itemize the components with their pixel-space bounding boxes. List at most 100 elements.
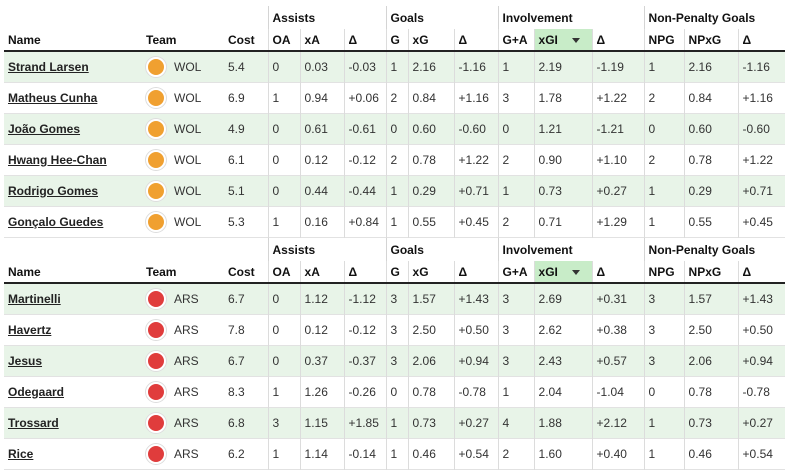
player-name-link[interactable]: João Gomes	[8, 122, 80, 136]
stat-cell: 2.04	[533, 376, 593, 407]
col-header-8[interactable]: Δ	[453, 29, 499, 52]
stat-cell: 1.14	[299, 438, 345, 469]
col-header-8[interactable]: Δ	[453, 261, 499, 284]
col-header-12[interactable]: NPG	[643, 261, 685, 284]
stat-cell: 2	[643, 144, 685, 175]
col-header-14[interactable]: Δ	[737, 261, 786, 284]
stat-cell: 3	[497, 82, 535, 113]
col-header-11[interactable]: Δ	[591, 261, 645, 284]
col-header-9[interactable]: G+A	[497, 29, 535, 52]
stat-cell: 2	[497, 144, 535, 175]
stat-cell: 2.50	[407, 314, 455, 345]
col-header-1[interactable]: Team	[142, 261, 224, 284]
sort-desc-icon	[571, 37, 580, 43]
player-name-link[interactable]: Rice	[8, 447, 33, 461]
col-header-5[interactable]: Δ	[343, 261, 387, 284]
col-header-2[interactable]: Cost	[224, 261, 269, 284]
col-header-6[interactable]: G	[385, 261, 409, 284]
col-header-10[interactable]: xGI	[533, 261, 593, 284]
stat-cell: -0.60	[453, 113, 499, 144]
col-header-11[interactable]: Δ	[591, 29, 645, 52]
stat-cell: +1.16	[453, 82, 499, 113]
col-header-5[interactable]: Δ	[343, 29, 387, 52]
col-header-2[interactable]: Cost	[224, 29, 269, 52]
stat-cell: 0.94	[299, 82, 345, 113]
player-name-link[interactable]: Odegaard	[8, 385, 64, 399]
col-header-13[interactable]: NPxG	[683, 29, 739, 52]
stat-cell: 0.60	[683, 113, 739, 144]
stat-cell: 1.26	[299, 376, 345, 407]
player-name-link[interactable]: Rodrigo Gomes	[8, 184, 98, 198]
col-header-4[interactable]: xA	[299, 29, 345, 52]
stat-cell: 0.16	[299, 206, 345, 237]
stat-cell: 0.71	[533, 206, 593, 237]
stat-cell: +0.94	[453, 345, 499, 376]
team-badge-icon	[146, 319, 166, 340]
stat-cell: 1.78	[533, 82, 593, 113]
col-header-6[interactable]: G	[385, 29, 409, 52]
col-header-7[interactable]: xG	[407, 29, 455, 52]
player-name-link[interactable]: Jesus	[8, 354, 42, 368]
col-header-4[interactable]: xA	[299, 261, 345, 284]
col-header-10[interactable]: xGI	[533, 29, 593, 52]
player-name-link[interactable]: Martinelli	[8, 292, 61, 306]
col-header-12[interactable]: NPG	[643, 29, 685, 52]
team-badge-icon	[146, 288, 166, 309]
col-header-0[interactable]: Name	[4, 29, 142, 52]
team-badge-icon	[146, 87, 166, 108]
stat-cell: +1.43	[737, 283, 786, 314]
player-name-link[interactable]: Gonçalo Guedes	[8, 215, 103, 229]
player-name-link[interactable]: Strand Larsen	[8, 60, 89, 74]
stat-cell: 0	[267, 175, 301, 206]
stat-cell: 1.15	[299, 407, 345, 438]
stat-cell: +0.84	[343, 206, 387, 237]
stat-cell: 0	[385, 376, 409, 407]
col-header-0[interactable]: Name	[4, 261, 142, 284]
team-badge-icon	[146, 180, 166, 201]
stat-cell: 6.7	[228, 291, 245, 306]
table-row: Strand Larsen WOL 5.4 0 0.03 -0.03 1 2.16 -1.16 1…	[4, 51, 786, 82]
player-name-link[interactable]: Havertz	[8, 323, 51, 337]
table-row: Gonçalo Guedes WOL 5.3 1 0.16 +0.84 1 0.55 +0.45…	[4, 206, 786, 237]
col-header-3[interactable]: OA	[267, 29, 301, 52]
group-goals: Goals	[385, 238, 499, 261]
stat-cell: -0.78	[737, 376, 786, 407]
stat-cell: 3	[497, 314, 535, 345]
col-header-7[interactable]: xG	[407, 261, 455, 284]
player-name-link[interactable]: Trossard	[8, 416, 59, 430]
stat-cell: +1.22	[737, 144, 786, 175]
player-table-2: Assists Goals Involvement Non-Penalty Goals…	[4, 238, 786, 470]
team-code: ARS	[174, 353, 199, 368]
col-header-3[interactable]: OA	[267, 261, 301, 284]
col-header-14[interactable]: Δ	[737, 29, 786, 52]
table-row: Odegaard ARS 8.3 1 1.26 -0.26 0 0.78 -0.78 1 2.04-…	[4, 376, 786, 407]
col-header-1[interactable]: Team	[142, 29, 224, 52]
stat-cell: 3	[497, 283, 535, 314]
stat-cell: 6.1	[228, 152, 245, 167]
player-name-link[interactable]: Hwang Hee-Chan	[8, 153, 107, 167]
stat-cell: 0.60	[407, 113, 455, 144]
stat-cell: 4	[497, 407, 535, 438]
stat-cell: 3	[267, 407, 301, 438]
stat-cell: +0.06	[343, 82, 387, 113]
stat-cell: 0	[385, 113, 409, 144]
player-name-link[interactable]: Matheus Cunha	[8, 91, 97, 105]
table-row: Rice ARS 6.2 1 1.14 -0.14 1 0.46 +0.54 2 1.60 +0.40…	[4, 438, 786, 469]
stat-cell: 0.55	[683, 206, 739, 237]
col-header-13[interactable]: NPxG	[683, 261, 739, 284]
team-code: ARS	[174, 291, 199, 306]
stat-cell: -1.16	[453, 51, 499, 82]
stat-cell: 2.69	[533, 283, 593, 314]
stat-cell: 3	[643, 314, 685, 345]
stat-cell: 0.73	[533, 175, 593, 206]
team-badge-icon	[146, 381, 166, 402]
stat-cell: 0.73	[683, 407, 739, 438]
stat-cell: -0.12	[343, 144, 387, 175]
stat-cell: 2	[643, 82, 685, 113]
stat-cell: 0.29	[683, 175, 739, 206]
stat-cell: 2.16	[407, 51, 455, 82]
col-header-9[interactable]: G+A	[497, 261, 535, 284]
team-code: WOL	[174, 90, 202, 105]
stat-cell: 1.88	[533, 407, 593, 438]
stat-cell: 0	[497, 113, 535, 144]
